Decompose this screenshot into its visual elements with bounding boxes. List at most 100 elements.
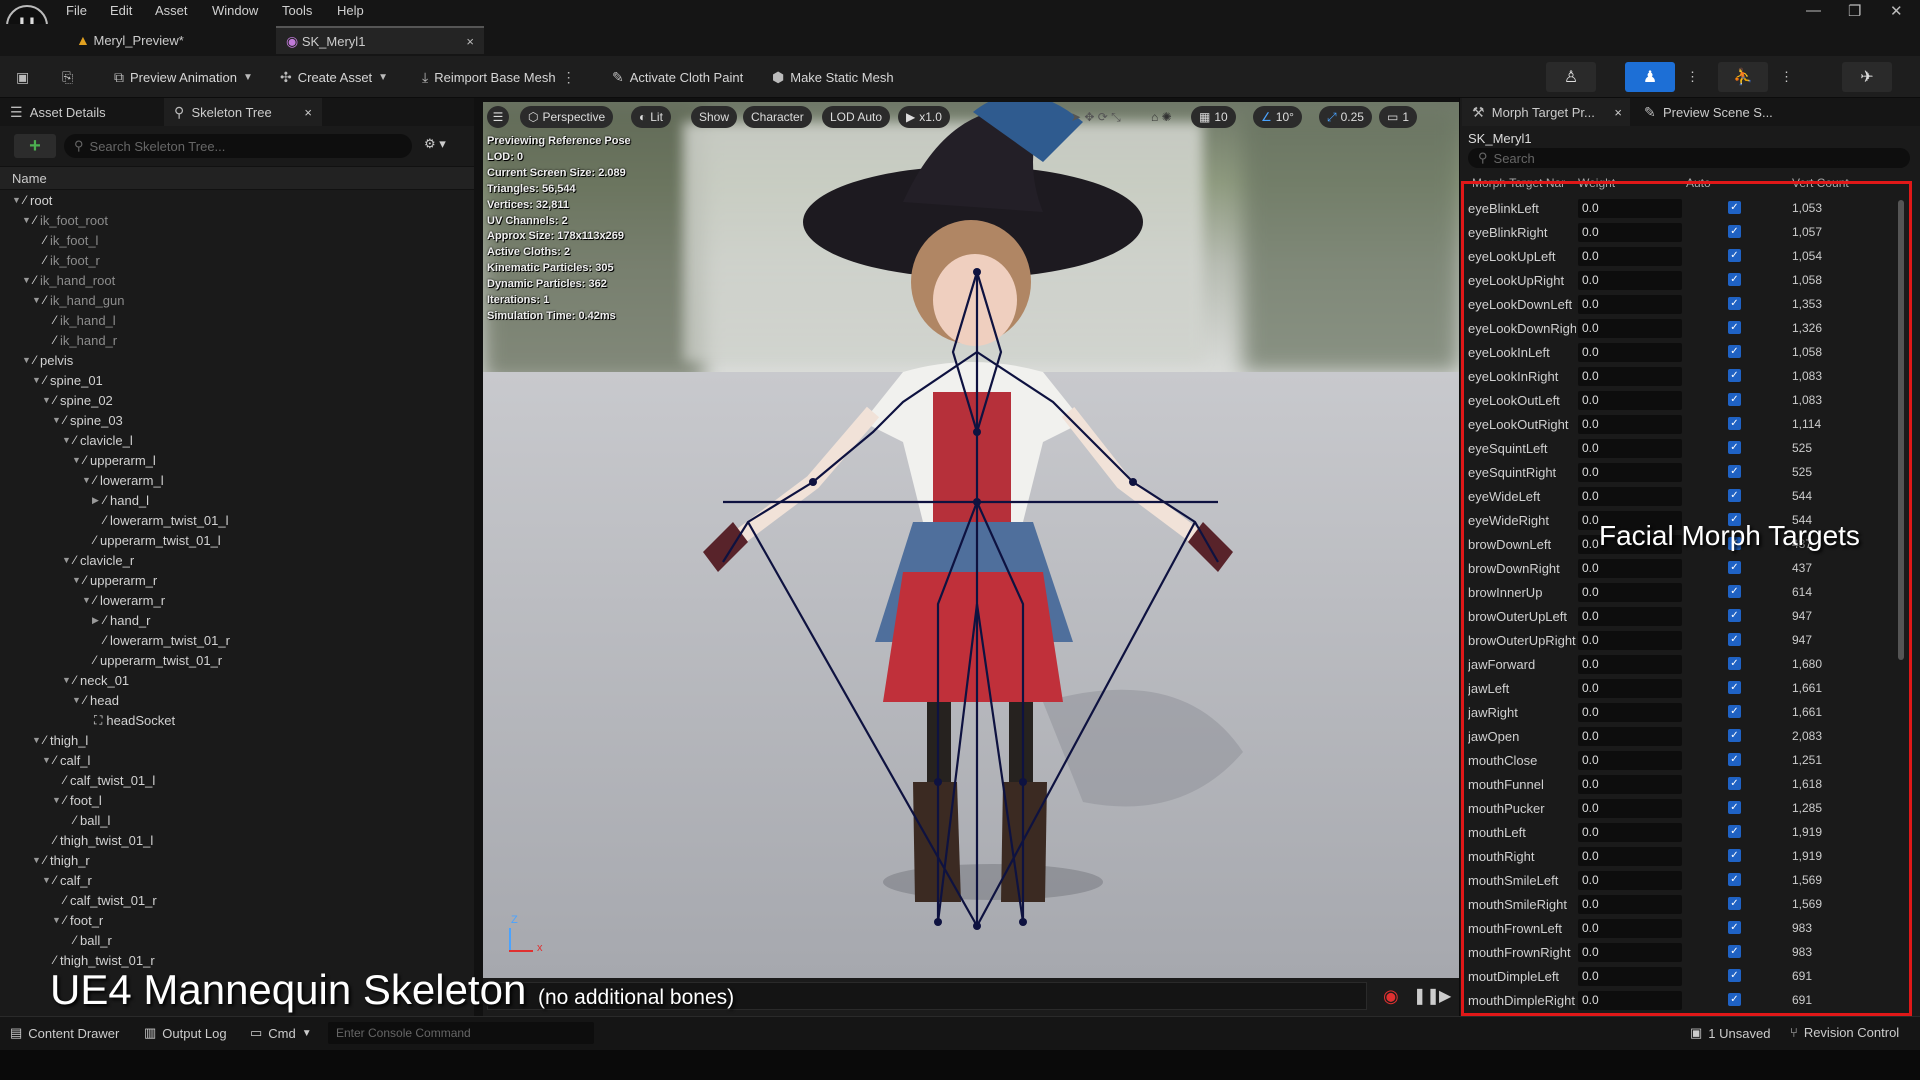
menu-asset[interactable]: Asset	[155, 3, 188, 18]
expand-arrow-icon[interactable]: ▼	[32, 735, 41, 745]
bone-row[interactable]: ▼ ⁄ clavicle_r	[62, 550, 134, 570]
character-button[interactable]: Character	[743, 106, 812, 128]
create-asset-button[interactable]: ✣ Create Asset ▼	[280, 66, 388, 88]
expand-arrow-icon[interactable]: ▼	[42, 875, 51, 885]
playback-speed-button[interactable]: ▶ x1.0	[898, 106, 950, 128]
bone-row[interactable]: ▼ ⁄ pelvis	[22, 350, 73, 370]
skeleton-search-input[interactable]: ⚲ Search Skeleton Tree...	[64, 134, 412, 158]
menu-edit[interactable]: Edit	[110, 3, 132, 18]
tab-meryl-preview[interactable]: ▲ Meryl_Preview*	[66, 26, 266, 54]
revision-control-button[interactable]: ⑂ Revision Control	[1790, 1025, 1899, 1040]
expand-arrow-icon[interactable]: ▼	[22, 275, 31, 285]
bone-row[interactable]: ▼ ⁄ ik_foot_root	[22, 210, 108, 230]
show-button[interactable]: Show	[691, 106, 738, 128]
content-drawer-button[interactable]: ▤ Content Drawer	[10, 1025, 119, 1041]
menu-help[interactable]: Help	[337, 3, 364, 18]
close-window-icon[interactable]: ✕	[1890, 2, 1903, 20]
expand-arrow-icon[interactable]: ▼	[52, 415, 61, 425]
pause-icon[interactable]: ❚❚	[1413, 986, 1440, 1006]
expand-arrow-icon[interactable]: ▼	[32, 375, 41, 385]
expand-arrow-icon[interactable]: ▼	[42, 395, 51, 405]
bone-row[interactable]: ⁄ lowerarm_twist_01_r	[92, 630, 230, 650]
tab-preview-scene-settings[interactable]: ✎ Preview Scene S...	[1634, 98, 1794, 126]
tab-sk-meryl1[interactable]: ◉ SK_Meryl1 ×	[276, 26, 484, 54]
expand-arrow-icon[interactable]: ▼	[72, 455, 81, 465]
expand-arrow-icon[interactable]: ▼	[52, 915, 61, 925]
lod-button[interactable]: LOD Auto	[822, 106, 891, 128]
menu-file[interactable]: File	[66, 3, 87, 18]
restore-icon[interactable]: ❐	[1848, 2, 1861, 20]
bone-row[interactable]: ▼ ⁄ ik_hand_gun	[32, 290, 124, 310]
skeleton-mode-icon[interactable]: ♙	[1546, 62, 1596, 92]
bone-row[interactable]: ▼ ⁄ spine_03	[52, 410, 123, 430]
bone-row[interactable]: ⁄ ik_foot_l	[32, 230, 98, 250]
expand-arrow-icon[interactable]: ▶	[92, 495, 100, 506]
bone-row[interactable]: ⁄ ball_r	[62, 930, 112, 950]
tab-skeleton-tree[interactable]: ⚲ Skeleton Tree ×	[164, 98, 322, 126]
surface-snap-icon[interactable]: ⌂ ✺	[1143, 106, 1180, 128]
bone-row[interactable]: ⁄ ik_hand_r	[42, 330, 117, 350]
bone-row[interactable]: ⁄ ik_foot_r	[32, 250, 100, 270]
bone-row[interactable]: ▼ ⁄ calf_l	[42, 750, 90, 770]
bone-row[interactable]: ⛶ headSocket	[82, 710, 175, 730]
record-icon[interactable]: ◉	[1383, 986, 1399, 1007]
expand-arrow-icon[interactable]: ▼	[72, 575, 81, 585]
preview-animation-button[interactable]: ⧉ Preview Animation ▼	[114, 66, 253, 88]
close-tab-icon[interactable]: ×	[304, 105, 312, 120]
physics-mode-icon[interactable]: ✈	[1842, 62, 1892, 92]
morph-search-input[interactable]: ⚲ Search	[1468, 148, 1910, 168]
bone-row[interactable]: ▼ ⁄ head	[72, 690, 119, 710]
bone-row[interactable]: ⁄ upperarm_twist_01_r	[82, 650, 222, 670]
bone-row[interactable]: ⁄ lowerarm_twist_01_l	[92, 510, 229, 530]
browse-icon[interactable]: ⎘	[62, 66, 73, 88]
more-options-icon[interactable]: ⋮	[1686, 66, 1699, 88]
bone-row[interactable]: ⁄ upperarm_twist_01_l	[82, 530, 221, 550]
bone-row[interactable]: ▶ ⁄ hand_l	[92, 490, 149, 510]
tab-asset-details[interactable]: ☰ Asset Details	[0, 98, 164, 126]
step-forward-icon[interactable]: ▶	[1439, 986, 1451, 1006]
bone-row[interactable]: ▼ ⁄ calf_r	[42, 870, 92, 890]
close-tab-icon[interactable]: ×	[466, 34, 474, 49]
close-tab-icon[interactable]: ×	[1614, 105, 1622, 120]
unsaved-button[interactable]: ▣ 1 Unsaved	[1690, 1025, 1770, 1041]
bone-row[interactable]: ⁄ ball_l	[62, 810, 110, 830]
bone-row[interactable]: ▼ ⁄ clavicle_l	[62, 430, 133, 450]
bone-row[interactable]: ▼ ⁄ foot_l	[52, 790, 102, 810]
more-options-icon[interactable]: ⋮	[562, 69, 576, 86]
bone-row[interactable]: ▼ ⁄ lowerarm_r	[82, 590, 165, 610]
expand-arrow-icon[interactable]: ▶	[92, 615, 100, 626]
menu-window[interactable]: Window	[212, 3, 258, 18]
expand-arrow-icon[interactable]: ▼	[42, 755, 51, 765]
scale-snap-button[interactable]: ⤢ 0.25	[1319, 106, 1372, 128]
menu-tools[interactable]: Tools	[282, 3, 312, 18]
bone-row[interactable]: ▼ ⁄ root	[12, 190, 52, 210]
lit-button[interactable]: ◐ Lit	[631, 106, 671, 128]
bone-row[interactable]: ▼ ⁄ upperarm_r	[72, 570, 157, 590]
save-icon[interactable]: ▣	[16, 66, 29, 88]
make-static-mesh-button[interactable]: ⬢ Make Static Mesh	[772, 66, 894, 88]
camera-speed-button[interactable]: ▭ 1	[1379, 106, 1418, 128]
bone-row[interactable]: ▼ ⁄ spine_01	[32, 370, 103, 390]
bone-row[interactable]: ⁄ ik_hand_l	[42, 310, 116, 330]
mesh-mode-icon[interactable]: ♟	[1625, 62, 1675, 92]
rotation-snap-button[interactable]: ∠ 10°	[1253, 106, 1302, 128]
animation-mode-icon[interactable]: ⛹	[1718, 62, 1768, 92]
expand-arrow-icon[interactable]: ▼	[62, 435, 71, 445]
minimize-icon[interactable]: —	[1806, 2, 1821, 19]
add-bone-button[interactable]: +	[14, 134, 56, 158]
bone-row[interactable]: ⁄ calf_twist_01_r	[52, 890, 157, 910]
output-log-button[interactable]: ▥ Output Log	[144, 1025, 227, 1041]
bone-row[interactable]: ▼ ⁄ foot_r	[52, 910, 103, 930]
viewport-menu-icon[interactable]: ☰	[487, 106, 509, 128]
bone-row[interactable]: ▼ ⁄ thigh_l	[32, 730, 88, 750]
expand-arrow-icon[interactable]: ▼	[52, 795, 61, 805]
expand-arrow-icon[interactable]: ▼	[72, 695, 81, 705]
bone-row[interactable]: ▼ ⁄ upperarm_l	[72, 450, 156, 470]
expand-arrow-icon[interactable]: ▼	[62, 675, 71, 685]
grid-snap-button[interactable]: ▦ 10	[1191, 106, 1236, 128]
transform-tools[interactable]: ➤ ✥ ⟳ ⤡	[1063, 106, 1129, 128]
expand-arrow-icon[interactable]: ▼	[32, 855, 41, 865]
settings-gear-icon[interactable]: ⚙ ▾	[424, 136, 446, 152]
expand-arrow-icon[interactable]: ▼	[12, 195, 21, 205]
tab-morph-target-preview[interactable]: ⚒ Morph Target Pr... ×	[1462, 98, 1630, 126]
